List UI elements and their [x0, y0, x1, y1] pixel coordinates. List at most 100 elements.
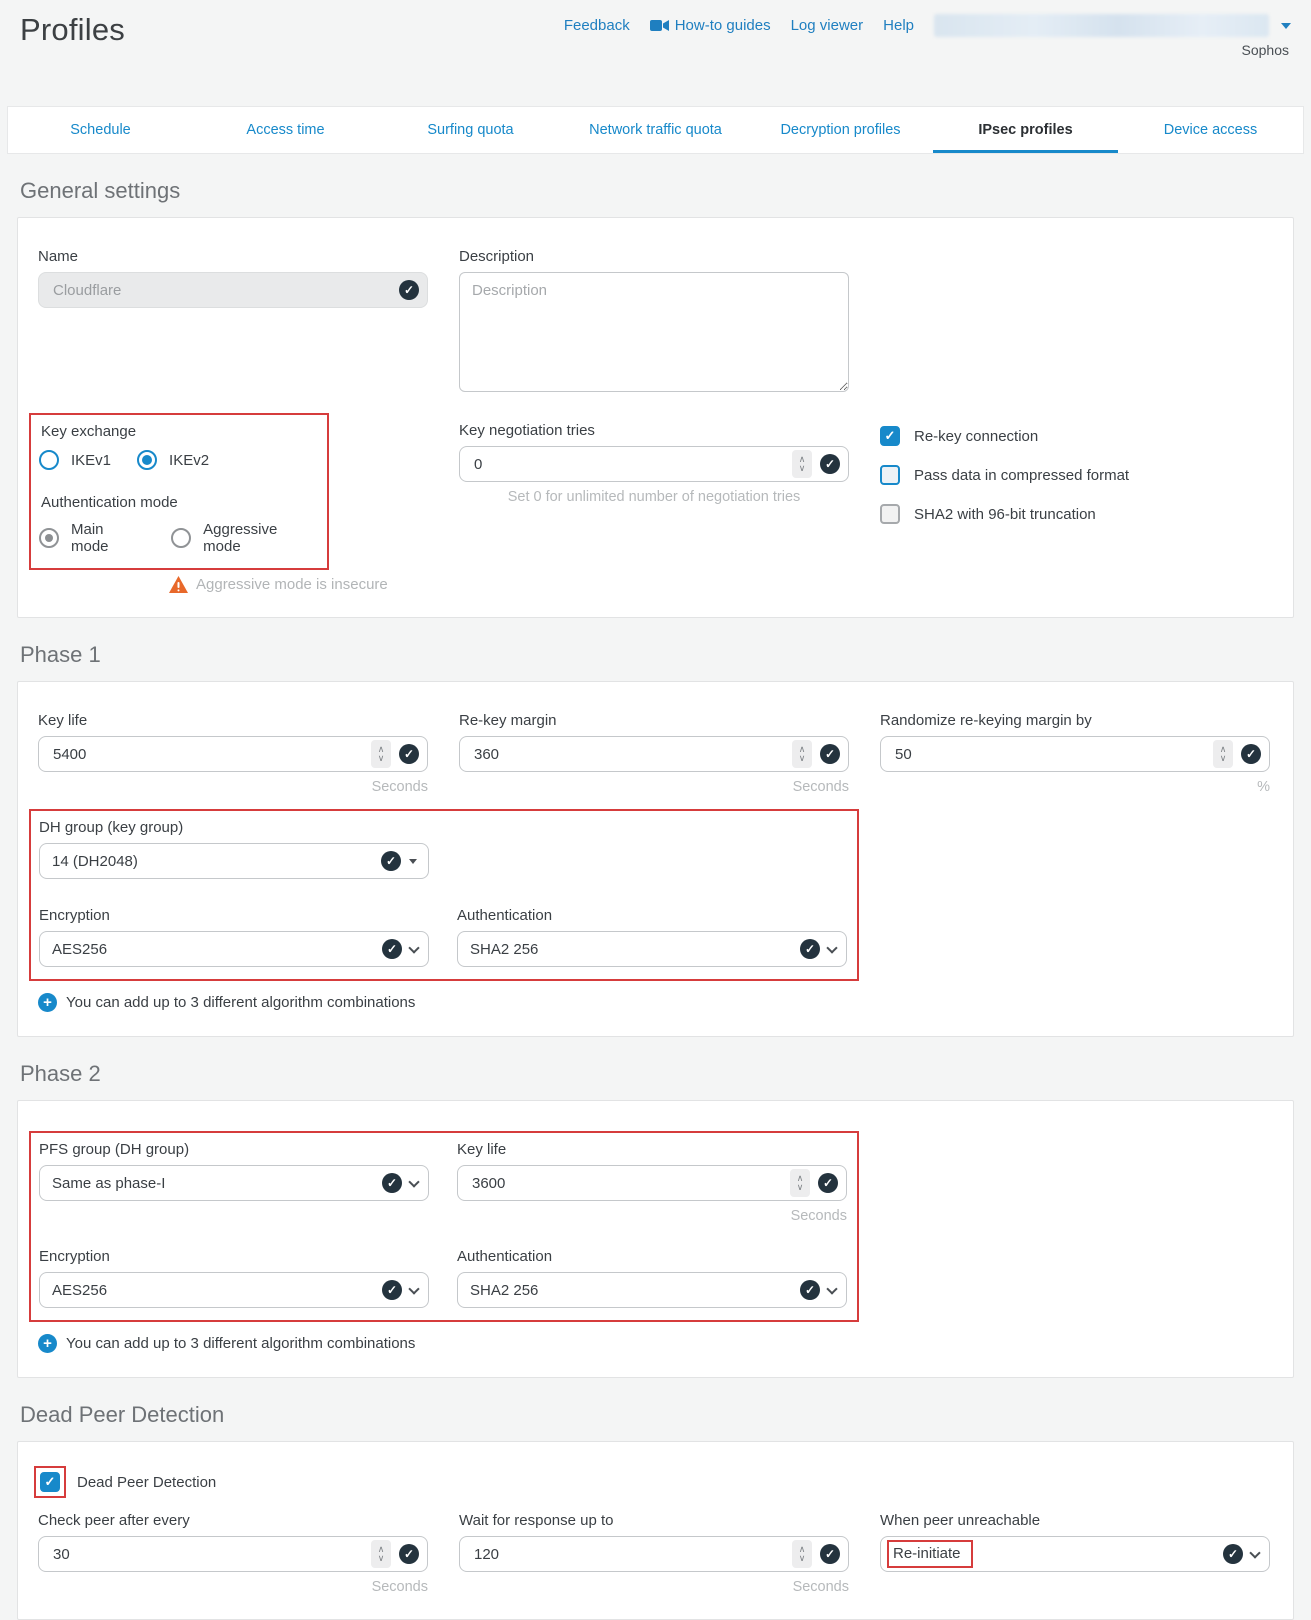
p2-key-life-input[interactable]	[470, 1174, 782, 1193]
p2-encryption-label: Encryption	[39, 1248, 429, 1265]
general-settings-card: Name Description Key exchange IKEv1 IKEv…	[17, 217, 1294, 618]
when-unreachable-value: Re-initiate	[893, 1545, 961, 1562]
tab-surfing-quota[interactable]: Surfing quota	[378, 107, 563, 153]
general-settings-heading: General settings	[20, 178, 1311, 204]
number-stepper[interactable]	[792, 740, 812, 768]
tab-device-access[interactable]: Device access	[1118, 107, 1303, 153]
p1-randomize-field[interactable]	[880, 736, 1270, 772]
warning-icon	[169, 576, 188, 593]
key-negotiation-field[interactable]	[459, 446, 849, 482]
main-mode-radio[interactable]	[39, 528, 59, 548]
account-selector[interactable]	[934, 14, 1269, 37]
feedback-link[interactable]: Feedback	[564, 17, 630, 34]
valid-badge-icon	[381, 851, 401, 871]
when-unreachable-dropdown[interactable]: Re-initiate	[880, 1536, 1270, 1572]
p2-authentication-dropdown[interactable]: SHA2 256	[457, 1272, 847, 1308]
add-icon[interactable]	[38, 993, 57, 1012]
wait-response-field[interactable]	[459, 1536, 849, 1572]
valid-badge-icon	[800, 1280, 820, 1300]
dpd-checkbox-annotation-box	[34, 1466, 66, 1498]
ikev1-radio[interactable]	[39, 450, 59, 470]
valid-badge-icon	[820, 454, 840, 474]
sha2-truncation-label: SHA2 with 96-bit truncation	[914, 506, 1096, 523]
rekey-connection-checkbox[interactable]	[880, 426, 900, 446]
phase2-algorithms-annotation-box: PFS group (DH group) Same as phase-I Key…	[29, 1131, 859, 1322]
top-nav: Feedback How-to guides Log viewer Help	[564, 14, 1291, 37]
valid-badge-icon	[382, 939, 402, 959]
ikev1-label: IKEv1	[71, 452, 111, 469]
description-input[interactable]	[459, 272, 849, 392]
chevron-down-icon	[1249, 1547, 1260, 1558]
p1-authentication-label: Authentication	[457, 907, 847, 924]
when-unreachable-annotation-box: Re-initiate	[887, 1540, 973, 1568]
p1-encryption-dropdown[interactable]: AES256	[39, 931, 429, 967]
number-stepper[interactable]	[792, 1540, 812, 1568]
p1-rekey-margin-unit: Seconds	[459, 779, 849, 795]
check-peer-field[interactable]	[38, 1536, 428, 1572]
ikev2-radio[interactable]	[137, 450, 157, 470]
valid-badge-icon	[820, 744, 840, 764]
valid-badge-icon	[800, 939, 820, 959]
phase2-card: PFS group (DH group) Same as phase-I Key…	[17, 1100, 1294, 1378]
chevron-down-icon	[408, 942, 419, 953]
chevron-down-icon	[408, 1176, 419, 1187]
tab-schedule[interactable]: Schedule	[8, 107, 193, 153]
valid-badge-icon	[399, 1544, 419, 1564]
chevron-down-icon[interactable]	[1281, 23, 1291, 29]
dpd-checkbox[interactable]	[40, 1472, 60, 1492]
tab-network-traffic-quota[interactable]: Network traffic quota	[563, 107, 748, 153]
p1-authentication-dropdown[interactable]: SHA2 256	[457, 931, 847, 967]
key-negotiation-label: Key negotiation tries	[459, 422, 849, 439]
p2-authentication-value: SHA2 256	[470, 1282, 792, 1299]
valid-badge-icon	[820, 1544, 840, 1564]
valid-badge-icon	[399, 280, 419, 300]
compressed-format-label: Pass data in compressed format	[914, 467, 1129, 484]
p1-rekey-margin-field[interactable]	[459, 736, 849, 772]
number-stepper[interactable]	[1213, 740, 1233, 768]
pfs-group-dropdown[interactable]: Same as phase-I	[39, 1165, 429, 1201]
dpd-toggle-label: Dead Peer Detection	[77, 1474, 216, 1491]
p1-algorithm-note: You can add up to 3 different algorithm …	[66, 994, 415, 1011]
add-icon[interactable]	[38, 1334, 57, 1353]
p1-key-life-unit: Seconds	[38, 779, 428, 795]
tab-bar: Schedule Access time Surfing quota Netwo…	[7, 106, 1304, 154]
valid-badge-icon	[1241, 744, 1261, 764]
name-label: Name	[38, 248, 428, 265]
p1-key-life-label: Key life	[38, 712, 428, 729]
tab-access-time[interactable]: Access time	[193, 107, 378, 153]
aggressive-mode-radio[interactable]	[171, 528, 191, 548]
number-stepper[interactable]	[371, 740, 391, 768]
wait-response-input[interactable]	[472, 1545, 784, 1564]
description-label: Description	[459, 248, 849, 265]
p2-authentication-label: Authentication	[457, 1248, 847, 1265]
help-link[interactable]: Help	[883, 17, 914, 34]
tab-decryption-profiles[interactable]: Decryption profiles	[748, 107, 933, 153]
p1-key-life-input[interactable]	[51, 745, 363, 764]
log-viewer-link[interactable]: Log viewer	[791, 17, 864, 34]
number-stepper[interactable]	[792, 450, 812, 478]
p1-randomize-label: Randomize re-keying margin by	[880, 712, 1270, 729]
p1-rekey-margin-input[interactable]	[472, 745, 784, 764]
number-stepper[interactable]	[790, 1169, 810, 1197]
p1-randomize-input[interactable]	[893, 745, 1205, 764]
check-peer-input[interactable]	[51, 1545, 363, 1564]
howto-guides-link[interactable]: How-to guides	[650, 17, 771, 34]
wait-response-unit: Seconds	[459, 1579, 849, 1595]
howto-guides-label: How-to guides	[675, 17, 771, 34]
check-peer-unit: Seconds	[38, 1579, 428, 1595]
p1-encryption-label: Encryption	[39, 907, 429, 924]
p2-key-life-unit: Seconds	[457, 1208, 847, 1224]
dh-group-dropdown[interactable]: 14 (DH2048)	[39, 843, 429, 879]
p2-key-life-field[interactable]	[457, 1165, 847, 1201]
compressed-format-checkbox[interactable]	[880, 465, 900, 485]
key-negotiation-input[interactable]	[472, 455, 784, 474]
tab-ipsec-profiles[interactable]: IPsec profiles	[933, 107, 1118, 153]
p2-encryption-dropdown[interactable]: AES256	[39, 1272, 429, 1308]
sha2-truncation-checkbox[interactable]	[880, 504, 900, 524]
help-label: Help	[883, 17, 914, 34]
key-exchange-label: Key exchange	[41, 423, 319, 440]
p1-key-life-field[interactable]	[38, 736, 428, 772]
p2-key-life-label: Key life	[457, 1141, 847, 1158]
p1-rekey-margin-label: Re-key margin	[459, 712, 849, 729]
number-stepper[interactable]	[371, 1540, 391, 1568]
